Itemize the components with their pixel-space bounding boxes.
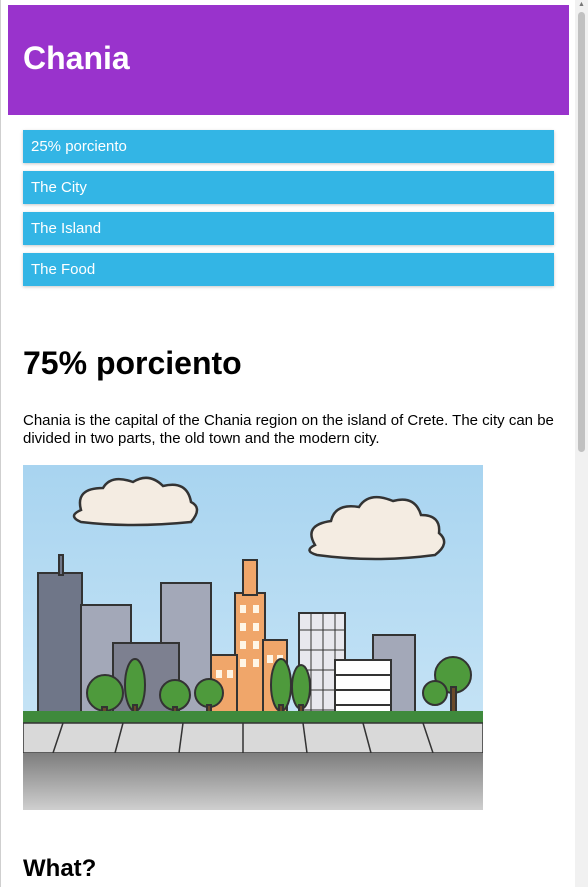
- street: [23, 753, 483, 810]
- sidewalk: [23, 722, 483, 754]
- page-header: Chania: [8, 5, 569, 115]
- main-heading: 75% porciento: [23, 345, 242, 381]
- menu-item-25-porciento[interactable]: 25% porciento: [23, 130, 554, 163]
- menu-item-the-island[interactable]: The Island: [23, 212, 554, 245]
- vertical-scrollbar[interactable]: ▲: [575, 0, 588, 887]
- section-heading-what: What?: [23, 855, 97, 882]
- scroll-up-arrow-icon[interactable]: ▲: [577, 0, 586, 9]
- page-title: Chania: [23, 40, 130, 76]
- page-frame-border: [0, 0, 1, 887]
- intro-paragraph: Chania is the capital of the Chania regi…: [23, 412, 554, 447]
- side-menu: 25% porciento The City The Island The Fo…: [23, 130, 554, 294]
- menu-item-the-food[interactable]: The Food: [23, 253, 554, 286]
- menu-item-the-city[interactable]: The City: [23, 171, 554, 204]
- city-skyline-image: [23, 465, 483, 810]
- main-content: 75% porciento Chania is the capital of t…: [23, 340, 554, 810]
- scrollbar-thumb[interactable]: [578, 12, 585, 452]
